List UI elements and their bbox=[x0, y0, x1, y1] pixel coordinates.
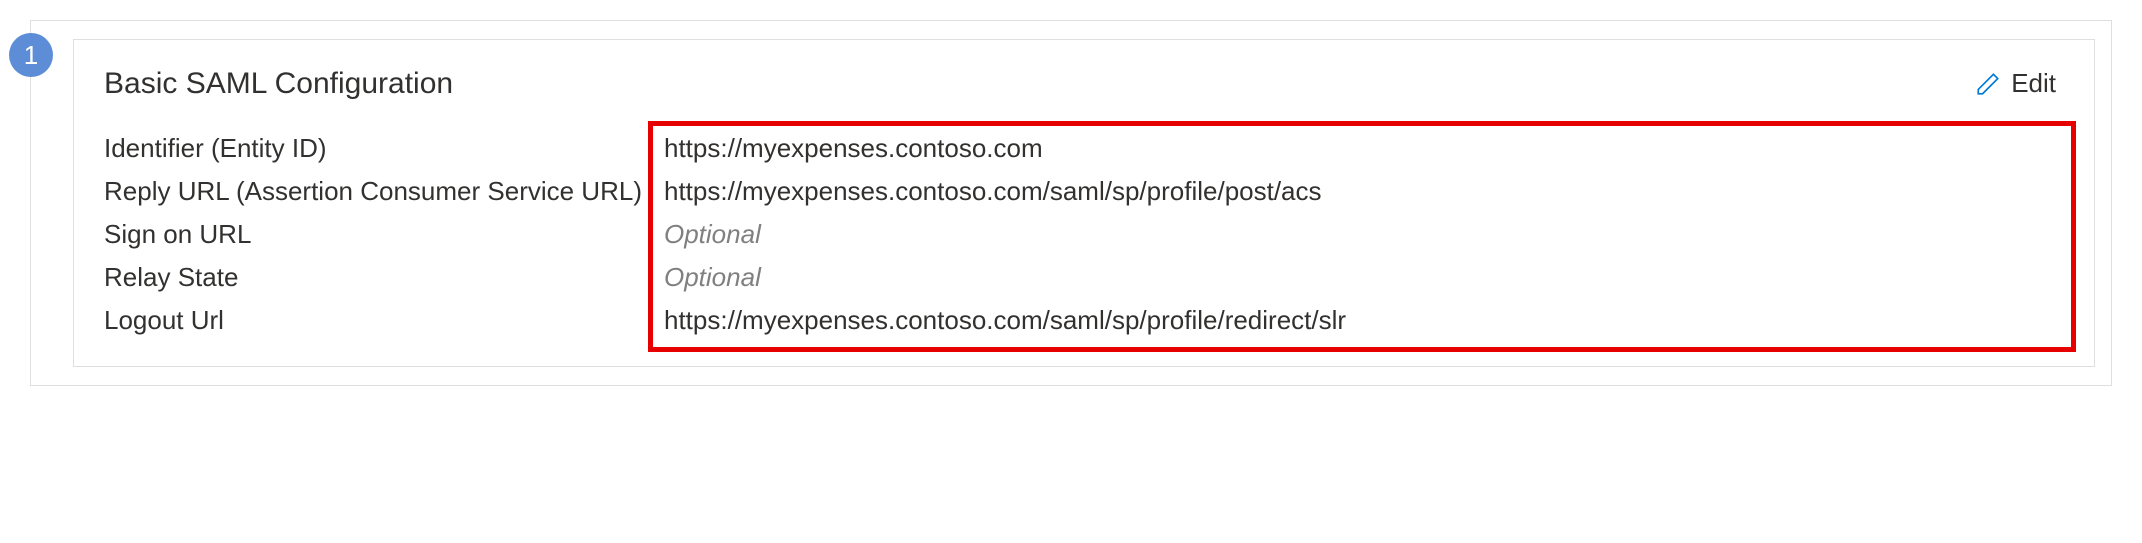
field-rows: Identifier (Entity ID) https://myexpense… bbox=[104, 131, 2064, 338]
field-value-relay-state: Optional bbox=[654, 260, 2064, 295]
field-value-logout-url: https://myexpenses.contoso.com/saml/sp/p… bbox=[654, 303, 2064, 338]
saml-config-card: Basic SAML Configuration Edit Identifier… bbox=[73, 39, 2095, 367]
field-label-reply-url: Reply URL (Assertion Consumer Service UR… bbox=[104, 176, 654, 207]
field-row: Identifier (Entity ID) https://myexpense… bbox=[104, 131, 2064, 166]
step-number-badge: 1 bbox=[9, 33, 53, 77]
field-value-identifier: https://myexpenses.contoso.com bbox=[654, 131, 2064, 166]
field-row: Logout Url https://myexpenses.contoso.co… bbox=[104, 303, 2064, 338]
edit-button[interactable]: Edit bbox=[1967, 64, 2064, 103]
field-row: Reply URL (Assertion Consumer Service UR… bbox=[104, 174, 2064, 209]
field-label-relay-state: Relay State bbox=[104, 262, 654, 293]
step-number: 1 bbox=[24, 40, 38, 71]
field-row: Sign on URL Optional bbox=[104, 217, 2064, 252]
field-label-logout-url: Logout Url bbox=[104, 305, 654, 336]
field-label-sign-on-url: Sign on URL bbox=[104, 219, 654, 250]
field-value-reply-url: https://myexpenses.contoso.com/saml/sp/p… bbox=[654, 174, 2064, 209]
field-row: Relay State Optional bbox=[104, 260, 2064, 295]
field-value-sign-on-url: Optional bbox=[654, 217, 2064, 252]
fields-container: Identifier (Entity ID) https://myexpense… bbox=[104, 131, 2064, 338]
pencil-icon bbox=[1975, 71, 2001, 97]
card-title: Basic SAML Configuration bbox=[104, 67, 453, 101]
card-header: Basic SAML Configuration Edit bbox=[104, 64, 2064, 103]
edit-button-label: Edit bbox=[2011, 68, 2056, 99]
step-container: 1 Basic SAML Configuration Edit Identifi… bbox=[30, 20, 2112, 386]
field-label-identifier: Identifier (Entity ID) bbox=[104, 133, 654, 164]
